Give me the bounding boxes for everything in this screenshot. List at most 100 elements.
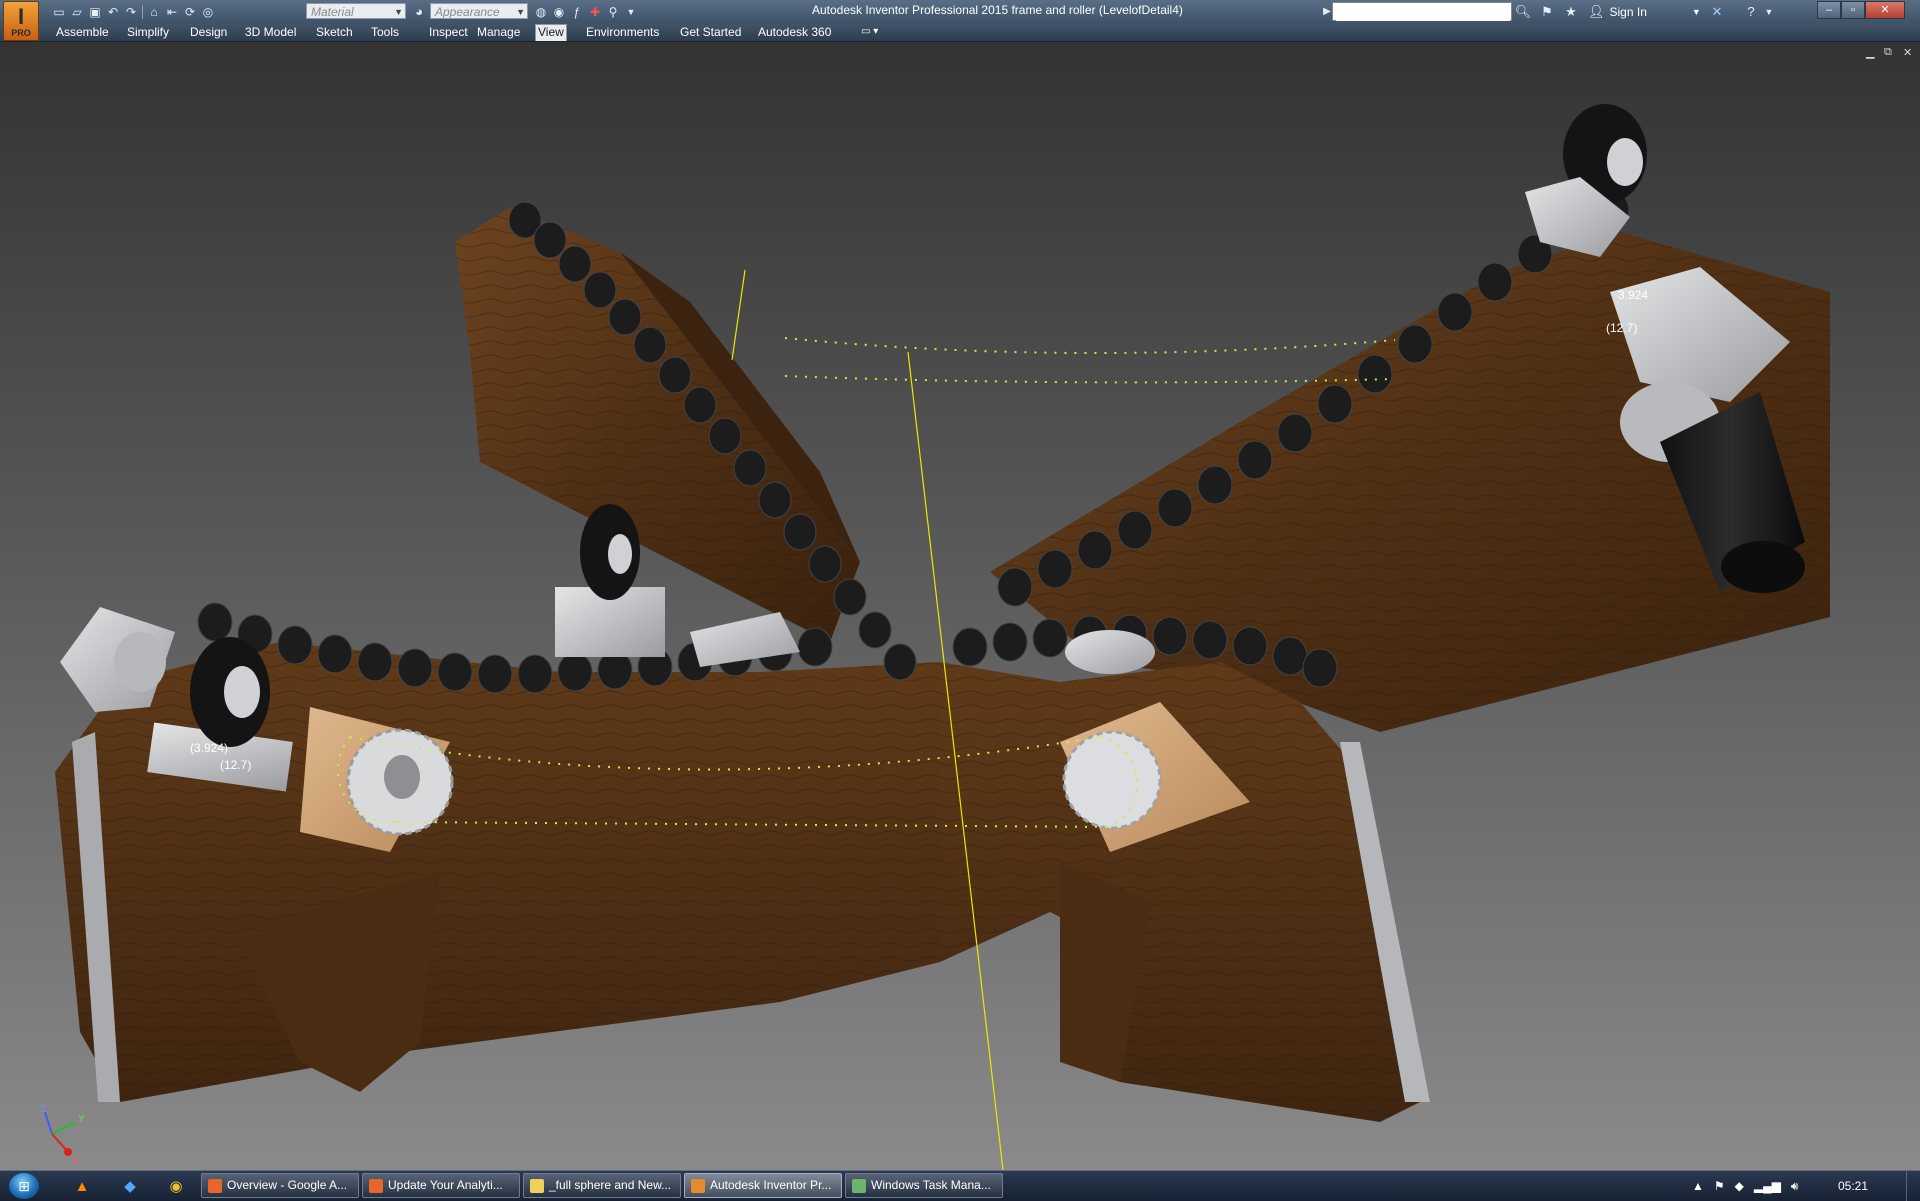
chrome-icon[interactable]: ◉ <box>164 1175 188 1197</box>
tab-autodesk-360[interactable]: Autodesk 360 <box>756 24 833 40</box>
tab-sketch[interactable]: Sketch <box>314 24 355 40</box>
chevron-down-icon: ▼ <box>394 7 403 17</box>
dimension-label[interactable]: (3.924) <box>190 741 228 755</box>
tab-inspect[interactable]: Inspect <box>427 24 470 40</box>
folder-icon <box>530 1178 544 1193</box>
chevron-down-icon: ▼ <box>1691 6 1701 17</box>
inventor-icon <box>691 1178 705 1193</box>
taskbar-item-label: Overview - Google A... <box>227 1178 348 1192</box>
window-title: Autodesk Inventor Professional 2015 fram… <box>812 3 1183 17</box>
assembly-model: (3.924) (12.7) 3.924 (12.7) Z Y X <box>40 104 1830 1170</box>
select-icon[interactable]: ◎ <box>199 3 217 20</box>
work-axis-line-top <box>731 269 746 361</box>
front-left-board <box>55 642 960 1102</box>
favorites-star-icon[interactable]: ★ <box>1562 3 1580 20</box>
windows-taskbar: ⊞ ▲ ◆ ◉ Overview - Google A... Update Yo… <box>0 1170 1920 1201</box>
graphics-viewport[interactable]: (3.924) (12.7) 3.924 (12.7) Z Y X ▁ ⧉ ✕ <box>0 42 1920 1170</box>
title-bar: I PRO ▭ ▱ ▣ ↶ ↷ ⌂ ⇤ ⟳ ◎ Material ▼ ◕ App… <box>0 0 1920 41</box>
viewport-close-button[interactable]: ✕ <box>1903 46 1912 59</box>
tab-get-started[interactable]: Get Started <box>678 24 743 40</box>
app-logo-badge: PRO <box>11 28 31 38</box>
triad-z-label: Z <box>40 1104 46 1115</box>
search-icon[interactable]: 🔍︎ <box>1514 3 1532 20</box>
chevron-down-icon: ▼ <box>516 7 525 17</box>
help-menu-chevron-icon[interactable]: ▼ <box>1760 3 1778 20</box>
tab-design[interactable]: Design <box>188 24 229 40</box>
help-icon[interactable]: ? <box>1742 3 1760 20</box>
vlc-icon[interactable]: ▲ <box>70 1175 94 1197</box>
network-signal-icon[interactable]: ▂▄▆ <box>1754 1179 1781 1193</box>
help-search-field[interactable] <box>1332 2 1512 21</box>
app-logo-letter: I <box>17 4 25 29</box>
start-button[interactable]: ⊞ <box>9 1173 39 1199</box>
action-center-flag-icon[interactable]: ⚑ <box>1714 1179 1725 1193</box>
taskbar-item-firefox-update[interactable]: Update Your Analyti... <box>362 1173 520 1198</box>
sign-in-button[interactable]: 👤︎ Sign In ▼ <box>1588 2 1701 21</box>
right-sprocket <box>1062 730 1162 830</box>
caster-wheel-back-right <box>1525 104 1647 257</box>
customize-toolbar-icon[interactable]: ▼ <box>622 3 640 20</box>
tab-assemble[interactable]: Assemble <box>54 24 111 40</box>
tab-environments[interactable]: Environments <box>584 24 661 40</box>
dimension-label[interactable]: (12.7) <box>1606 321 1637 335</box>
taskbar-item-inventor[interactable]: Autodesk Inventor Pr... <box>684 1173 842 1198</box>
dimension-label[interactable]: (12.7) <box>220 758 251 772</box>
quick-access-tools: ◍ ◉ ƒ ✚ ⚲ ▼ <box>532 3 640 20</box>
view-triad[interactable]: Z Y X <box>40 1104 85 1167</box>
taskbar-item-task-manager[interactable]: Windows Task Mana... <box>845 1173 1003 1198</box>
close-button[interactable]: ✕ <box>1865 1 1905 19</box>
help-search-input[interactable] <box>1336 4 1510 21</box>
sign-in-label: Sign In <box>1609 4 1647 19</box>
taskbar-item-folder[interactable]: _full sphere and New... <box>523 1173 681 1198</box>
dropbox-tray-icon[interactable]: ◆ <box>1735 1179 1744 1193</box>
exchange-apps-icon[interactable]: ✕ <box>1708 3 1726 20</box>
tab-tools[interactable]: Tools <box>369 24 401 40</box>
open-file-icon[interactable]: ▱ <box>68 3 86 20</box>
taskbar-item-label: _full sphere and New... <box>549 1178 672 1192</box>
inventor-app-button[interactable]: I PRO <box>3 1 39 41</box>
function-icon[interactable]: ƒ <box>568 3 586 20</box>
show-hidden-icons-icon[interactable]: ▲ <box>1692 1179 1704 1193</box>
triad-y-label: Y <box>78 1114 85 1125</box>
tab-view[interactable]: View <box>535 24 567 41</box>
taskbar-item-label: Windows Task Mana... <box>871 1178 991 1192</box>
taskbar-item-firefox-overview[interactable]: Overview - Google A... <box>201 1173 359 1198</box>
quick-access-toolbar: ▭ ▱ ▣ ↶ ↷ ⌂ ⇤ ⟳ ◎ <box>50 3 217 20</box>
tab-manage[interactable]: Manage <box>475 24 522 40</box>
center-hub <box>1065 630 1155 674</box>
undo-icon[interactable]: ↶ <box>104 3 122 20</box>
update-icon[interactable]: ⟳ <box>181 3 199 20</box>
firefox-icon <box>208 1178 222 1193</box>
dimension-label[interactable]: 3.924 <box>1618 288 1648 302</box>
dropbox-icon[interactable]: ◆ <box>118 1175 142 1197</box>
back-left-board <box>455 207 860 642</box>
return-icon[interactable]: ⇤ <box>163 3 181 20</box>
minimize-button[interactable]: – <box>1817 1 1841 19</box>
tab-3d-model[interactable]: 3D Model <box>243 24 298 40</box>
save-icon[interactable]: ▣ <box>86 3 104 20</box>
maximize-button[interactable]: ▫ <box>1841 1 1865 19</box>
tab-simplify[interactable]: Simplify <box>125 24 171 40</box>
clear-override-icon[interactable]: ◍ <box>532 3 550 20</box>
task-manager-icon <box>852 1178 866 1193</box>
material-combo[interactable]: Material ▼ <box>306 3 406 19</box>
viewport-minimize-button[interactable]: ▁ <box>1866 46 1874 59</box>
home-icon[interactable]: ⌂ <box>145 3 163 20</box>
measure-icon[interactable]: ✚ <box>586 3 604 20</box>
viewport-restore-button[interactable]: ⧉ <box>1884 46 1892 59</box>
show-desktop-button[interactable] <box>1906 1171 1920 1201</box>
taskbar-item-label: Update Your Analyti... <box>388 1178 503 1192</box>
ribbon-display-toggle-icon[interactable]: ▭ ▾ <box>861 26 878 37</box>
separator <box>142 4 143 19</box>
system-tray: ▲ ⚑ ◆ ▂▄▆ 🔊︎ <box>1692 1177 1808 1195</box>
communication-center-icon[interactable]: ⚑ <box>1538 3 1556 20</box>
appearance-sphere-icon[interactable]: ◕ <box>410 3 428 20</box>
adjust-icon[interactable]: ◉ <box>550 3 568 20</box>
taskbar-clock[interactable]: 05:21 <box>1838 1179 1868 1193</box>
volume-icon[interactable]: 🔊︎ <box>1791 1179 1799 1194</box>
redo-icon[interactable]: ↷ <box>122 3 140 20</box>
appearance-combo[interactable]: Appearance ▼ <box>430 3 528 19</box>
new-file-icon[interactable]: ▭ <box>50 3 68 20</box>
ilogic-icon[interactable]: ⚲ <box>604 3 622 20</box>
firefox-icon <box>369 1178 383 1193</box>
